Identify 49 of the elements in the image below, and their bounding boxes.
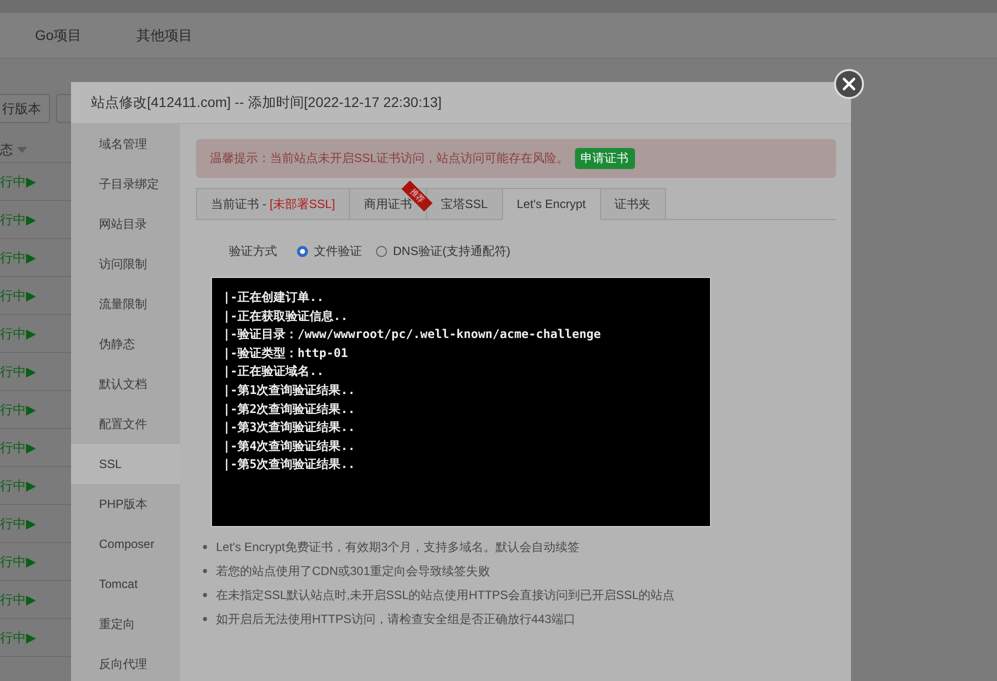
bullet-icon [203, 617, 207, 621]
sidebar-item[interactable]: 子目录绑定 [71, 164, 180, 204]
log-line: |-第4次查询验证结果.. [223, 438, 356, 455]
bullet-icon [203, 545, 207, 549]
log-line: |-第1次查询验证结果.. [223, 382, 356, 399]
sidebar-item[interactable]: 流量限制 [71, 284, 180, 324]
sidebar-item[interactable]: 伪静态 [71, 324, 180, 364]
dialog-title: 站点修改[412411.com] -- 添加时间[2022-12-17 22:30:13] [71, 82, 851, 124]
sidebar-item[interactable]: 访问限制 [71, 244, 180, 284]
tab[interactable]: Let's Encrypt [502, 188, 601, 220]
sidebar-item[interactable]: 反向代理 [71, 644, 180, 681]
radio-option[interactable]: DNS验证(支持通配符) [376, 243, 510, 260]
log-line: |-验证目录：/www/wwwroot/pc/.well-known/acme-challenge [223, 326, 602, 344]
sidebar-item[interactable]: Tomcat [71, 564, 180, 604]
note-text: 若您的站点使用了CDN或301重定向会导致续签失败 [216, 563, 490, 579]
log-line: |-正在验证域名.. [223, 363, 325, 380]
log-line: |-正在创建订单.. [223, 289, 325, 306]
note-text: 如开启后无法使用HTTPS访问，请检查安全组是否正确放行443端口 [216, 611, 576, 627]
close-icon[interactable] [834, 69, 864, 99]
note-text: Let's Encrypt免费证书，有效期3个月，支持多域名。默认会自动续签 [216, 539, 580, 555]
tab[interactable]: 宝塔SSL [426, 188, 503, 220]
log-line: |-第5次查询验证结果.. [223, 456, 356, 474]
sidebar-item[interactable]: 默认文档 [71, 364, 180, 404]
radio-option[interactable]: 文件验证 [297, 243, 362, 260]
sidebar-item[interactable]: 域名管理 [71, 124, 180, 164]
sidebar-item[interactable]: 配置文件 [71, 404, 180, 444]
sidebar-item[interactable]: 重定向 [71, 604, 180, 644]
note-text: 在未指定SSL默认站点时,未开启SSL的站点使用HTTPS会直接访问到已开启SSL的站点 [216, 587, 675, 603]
sidebar-item[interactable]: Composer [71, 524, 180, 564]
tab[interactable]: 当前证书 - [未部署SSL] [196, 188, 350, 220]
sidebar-item[interactable]: 网站目录 [71, 204, 180, 244]
bullet-icon [203, 593, 207, 597]
alert-text: 温馨提示：当前站点未开启SSL证书访问，站点访问可能存在风险。 [210, 150, 569, 167]
sidebar-item[interactable]: PHP版本 [71, 484, 180, 524]
tab[interactable]: 证书夹 [600, 188, 666, 220]
bullet-icon [203, 569, 207, 573]
nav-item[interactable]: 其他项目 [136, 26, 193, 44]
radio-icon[interactable] [376, 246, 387, 257]
log-line: |-正在获取验证信息.. [223, 308, 349, 325]
radio-icon[interactable] [297, 246, 308, 257]
log-line: |-第2次查询验证结果.. [223, 400, 356, 418]
log-line: |-验证类型：http-01 [223, 344, 350, 362]
column-header: 态 [0, 140, 13, 158]
field-label: 验证方式 [229, 243, 277, 260]
nav-item[interactable]: Go项目 [35, 26, 82, 44]
log-line: |-第3次查询验证结果.. [223, 419, 356, 436]
apply-certificate-button[interactable]: 申请证书 [574, 148, 635, 169]
toolbar-button[interactable]: 行版本 [0, 94, 50, 123]
sidebar-item[interactable]: SSL [71, 444, 180, 484]
